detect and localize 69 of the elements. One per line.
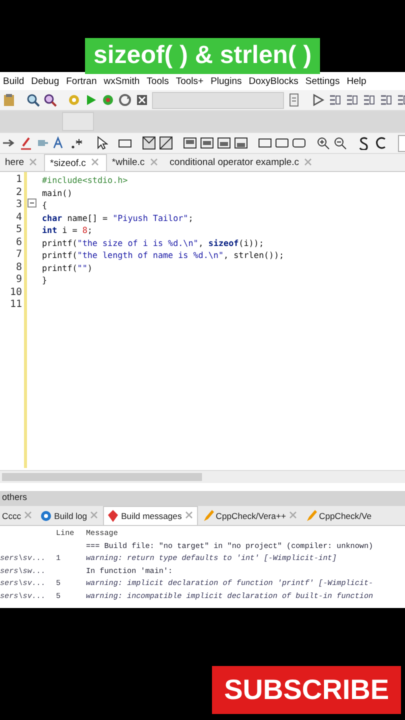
horizontal-scrollbar[interactable] (0, 470, 405, 483)
frame-icon[interactable] (275, 136, 289, 150)
code-line: char name[] = "Piyush Tailor"; (42, 212, 194, 224)
panel-title: others (0, 491, 405, 506)
decision-icon[interactable] (142, 136, 156, 150)
search-icon[interactable] (43, 93, 57, 107)
editor-tab[interactable]: *while.c (106, 154, 165, 171)
debug-step-icon[interactable] (345, 93, 359, 107)
line-number: 3 (14, 199, 23, 212)
line-number: 4 (14, 212, 23, 224)
debug-step-icon[interactable] (328, 93, 342, 107)
menu-item[interactable]: Tools+ (176, 76, 204, 86)
line-number: 8 (14, 262, 23, 274)
code-line: #include<stdio.h> (42, 174, 128, 186)
menu-item[interactable]: Build (3, 76, 24, 86)
block-icon[interactable] (217, 136, 231, 150)
line-number: 5 (14, 224, 23, 236)
regex-icon[interactable] (70, 136, 84, 150)
editor-tab[interactable]: here (0, 154, 44, 171)
play-icon[interactable] (84, 93, 98, 107)
menu-item[interactable]: Help (346, 76, 366, 86)
debug-step-icon[interactable] (362, 93, 376, 107)
code-line: } (42, 274, 48, 286)
code-line: printf("the size of i is %d.\n", sizeof(i)); (42, 236, 264, 249)
menu-item[interactable]: Plugins (210, 76, 242, 86)
panel-tab[interactable]: CppCheck/Ve (302, 506, 374, 525)
clipboard-icon[interactable] (2, 93, 16, 107)
panel-tab[interactable]: Build log (37, 506, 102, 525)
code-line: printf("the length of name is %d.\n", strlen()); (42, 249, 284, 262)
code-line: { (42, 199, 48, 212)
debug-step-icon[interactable] (379, 93, 393, 107)
search-icon[interactable] (26, 93, 40, 107)
line-number: 10 (8, 286, 23, 299)
editor-tab[interactable]: *sizeof.c (44, 154, 107, 171)
block-icon[interactable] (183, 136, 197, 150)
highlighter-icon[interactable] (19, 136, 33, 150)
menu-item[interactable]: Settings (305, 76, 340, 86)
s-glyph-icon[interactable] (357, 136, 371, 150)
menu-item[interactable]: DoxyBlocks (248, 76, 298, 86)
panel-tab[interactable]: Build messages (103, 506, 198, 525)
shape-icon[interactable] (159, 136, 173, 150)
title-banner: sizeof( ) & strlen( ) (85, 38, 320, 74)
frame-icon[interactable] (292, 136, 306, 150)
document-icon[interactable] (287, 93, 301, 107)
menu-item[interactable]: Debug (31, 76, 60, 86)
code-line: int i = 8; (42, 224, 92, 236)
frame-icon[interactable] (258, 136, 272, 150)
stop-icon[interactable] (135, 93, 149, 107)
panel-tab[interactable]: Cccc (0, 506, 36, 525)
line-number: 7 (14, 249, 23, 262)
zoom-in-icon[interactable] (316, 136, 330, 150)
block-icon[interactable] (200, 136, 214, 150)
menu-item[interactable]: wxSmith (104, 76, 140, 86)
line-number: 6 (14, 236, 23, 249)
editor-tab[interactable]: conditional operator example.c (164, 154, 320, 171)
menu-item[interactable]: Fortran (66, 76, 97, 86)
code-line: main() (42, 186, 72, 199)
c-glyph-icon[interactable] (374, 136, 388, 150)
line-number: 2 (14, 186, 23, 199)
zoom-out-icon[interactable] (333, 136, 347, 150)
line-number: 11 (8, 299, 23, 312)
play-icon[interactable] (311, 93, 325, 107)
block-icon[interactable] (234, 136, 248, 150)
subscribe-button[interactable]: SUBSCRIBE (212, 666, 401, 714)
line-number: 1 (14, 174, 23, 186)
menu-item[interactable]: Tools (146, 76, 169, 86)
line-number: 9 (14, 274, 23, 286)
code-line: printf("") (42, 262, 92, 274)
rebuild-icon[interactable] (118, 93, 132, 107)
